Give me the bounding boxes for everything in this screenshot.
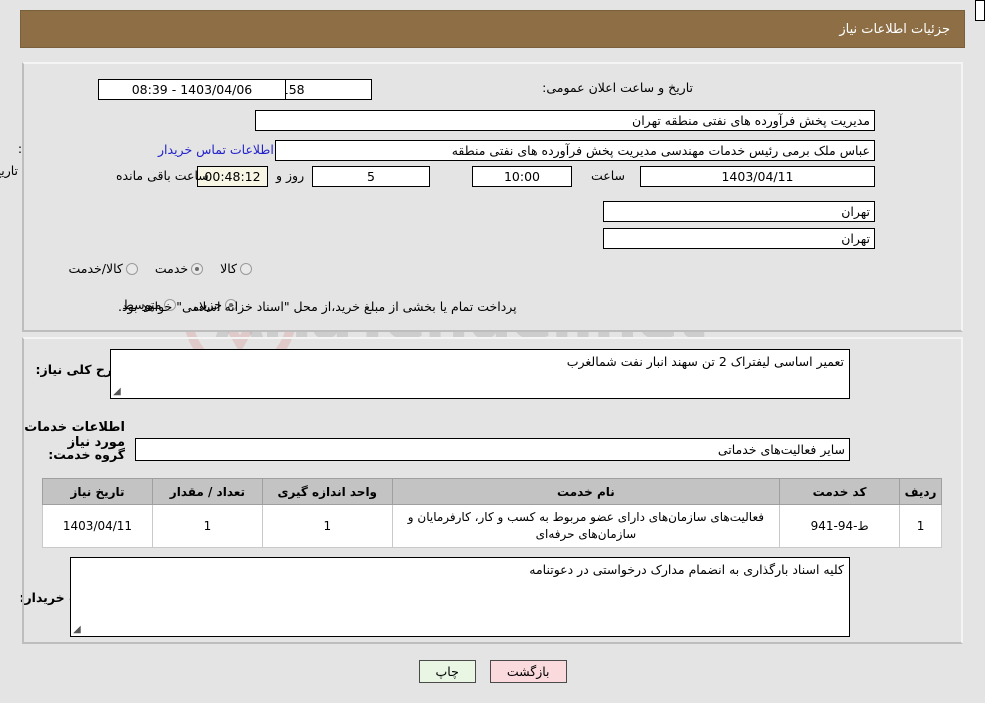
cell-code: ط-94-941 — [779, 504, 901, 548]
th-name: نام خدمت — [391, 478, 781, 505]
th-index: ردیف — [899, 478, 942, 505]
table-row: 1 ط-94-941 فعالیت‌های سازمان‌های دارای ع… — [42, 504, 942, 548]
general-desc-textarea[interactable]: تعمیر اساسی لیفتراک 2 تن سهند انبار نفت … — [110, 349, 850, 399]
category-radio-group: کالا خدمت کالا/خدمت — [54, 261, 255, 276]
announce-datetime-label-wrap: تاریخ و ساعت اعلان عمومی: — [542, 80, 693, 95]
resize-grip-icon-notes[interactable]: ◣ — [73, 624, 83, 635]
announce-datetime-label: تاریخ و ساعت اعلان عمومی: — [542, 80, 693, 95]
process-note: پرداخت تمام یا بخشی از مبلغ خرید،از محل … — [118, 299, 517, 314]
category-radio-kala[interactable] — [240, 262, 252, 275]
services-table: ردیف کد خدمت نام خدمت واحد اندازه گیری ت… — [42, 478, 942, 548]
footer-button-bar: بازگشت چاپ — [0, 660, 985, 683]
buyer-notes-textarea[interactable]: کلیه اسناد بارگذاری به انضمام مدارک درخو… — [70, 557, 850, 637]
th-qty: تعداد / مقدار — [151, 478, 263, 505]
buyer-notes-value: کلیه اسناد بارگذاری به انضمام مدارک درخو… — [529, 562, 844, 577]
cell-date: 1403/04/11 — [42, 504, 153, 548]
province-value: تهران — [603, 201, 875, 222]
th-code: کد خدمت — [779, 478, 901, 505]
back-button[interactable]: بازگشت — [489, 660, 567, 683]
th-date: تاریخ نیاز — [42, 478, 153, 505]
table-header-row: ردیف کد خدمت نام خدمت واحد اندازه گیری ت… — [42, 478, 942, 505]
buyer-contact-link[interactable]: اطلاعات تماس خریدار — [158, 142, 274, 157]
need-info-panel — [22, 62, 963, 332]
cell-name: فعالیت‌های سازمان‌های دارای عضو مربوط به… — [391, 504, 781, 548]
page-header-bar: جزئیات اطلاعات نیاز — [20, 10, 965, 48]
resize-grip-icon[interactable]: ◣ — [113, 386, 123, 397]
page-title: جزئیات اطلاعات نیاز — [839, 21, 950, 37]
th-unit: واحد اندازه گیری — [261, 478, 393, 505]
buyer-org-value: مدیریت پخش فرآورده های نفتی منطقه تهران — [255, 110, 875, 131]
cell-qty: 1 — [151, 504, 263, 548]
general-desc-value: تعمیر اساسی لیفتراک 2 تن سهند انبار نفت … — [566, 354, 844, 369]
category-radio-khadamat[interactable] — [191, 262, 204, 275]
cell-index: 1 — [899, 504, 942, 548]
category-label-kala: کالا — [220, 261, 237, 276]
deadline-hour-value: 10:00 — [472, 166, 572, 187]
requester-value: عباس ملک برمی رئیس خدمات مهندسی مدیریت پ… — [275, 140, 875, 161]
page-root: AriaTender.net جزئیات اطلاعات نیاز شماره… — [0, 0, 985, 703]
deadline-hour-label: ساعت — [591, 168, 626, 183]
announce-datetime-value: 1403/04/06 - 08:39 — [98, 79, 286, 100]
remaining-hours-label: ساعت باقی مانده — [116, 168, 209, 183]
category-label-khadamat: خدمت — [154, 261, 189, 276]
category-label-kala-khadamat: کالا/خدمت — [68, 261, 123, 276]
cell-unit: 1 — [261, 504, 393, 548]
print-button[interactable]: چاپ — [418, 660, 476, 683]
deadline-date-value: 1403/04/11 — [640, 166, 875, 187]
days-remaining-label: روز و — [276, 168, 305, 183]
city-value: تهران — [603, 228, 875, 249]
days-remaining-value: 5 — [312, 166, 430, 187]
category-radio-kala-khadamat[interactable] — [125, 262, 138, 275]
service-group-value: سایر فعالیت‌های خدماتی — [135, 438, 850, 461]
